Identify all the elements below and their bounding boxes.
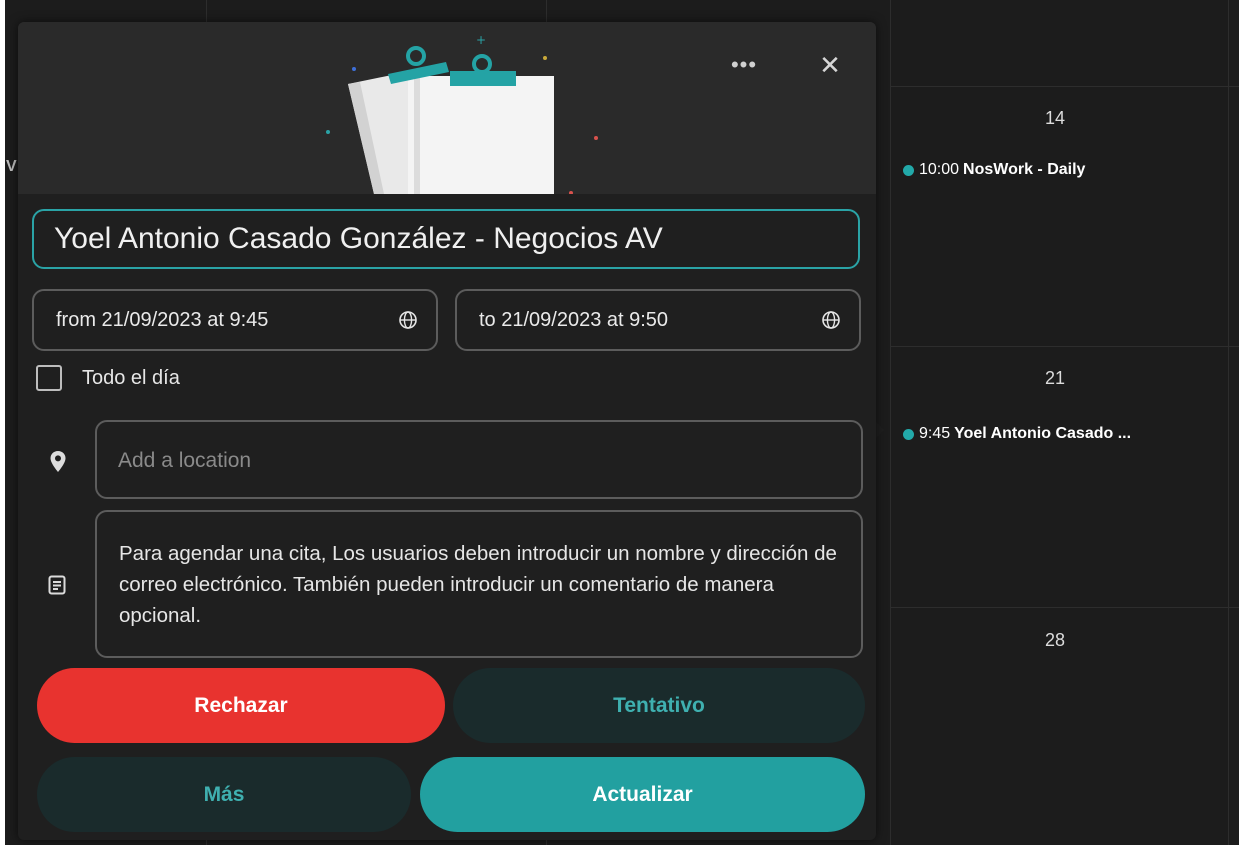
event-time: 9:45	[919, 425, 951, 442]
calendar-event[interactable]: 10:00 NosWork - Daily	[903, 161, 1085, 179]
grid-line	[1228, 0, 1229, 845]
event-time: 10:00	[919, 161, 960, 178]
event-title-input[interactable]	[32, 209, 860, 269]
day-number-14[interactable]: 14	[1030, 108, 1080, 129]
clipboards-illustration: +	[326, 33, 598, 194]
end-datetime-field[interactable]: to 21/09/2023 at 9:50	[455, 289, 861, 351]
banner-illustration: + ••• ✕	[18, 22, 876, 194]
event-dot	[903, 428, 914, 440]
description-field[interactable]: Para agendar una cita, Los usuarios debe…	[95, 510, 863, 658]
calendar-event-selected[interactable]: 9:45 Yoel Antonio Casado ...	[903, 425, 1131, 443]
svg-text:+: +	[476, 33, 486, 47]
grid-line	[890, 86, 1239, 87]
event-title: NosWork - Daily	[963, 161, 1086, 178]
more-button[interactable]: Más	[37, 757, 411, 832]
close-button[interactable]: ✕	[813, 48, 847, 82]
location-input[interactable]	[95, 420, 863, 499]
all-day-label: Todo el día	[82, 366, 180, 389]
tentative-button[interactable]: Tentativo	[453, 668, 865, 743]
all-day-checkbox[interactable]	[36, 365, 62, 391]
start-datetime-field[interactable]: from 21/09/2023 at 9:45	[32, 289, 438, 351]
grid-line	[890, 0, 891, 845]
globe-icon[interactable]	[398, 310, 418, 330]
grid-line	[890, 607, 1239, 608]
end-datetime-label: to 21/09/2023 at 9:50	[479, 308, 669, 331]
day-number-28[interactable]: 28	[1030, 630, 1080, 651]
calendar-app: 14 10:00 NosWork - Daily 21 9:45 Yoel An…	[5, 0, 1239, 845]
more-options-button[interactable]: •••	[724, 52, 764, 82]
start-datetime-label: from 21/09/2023 at 9:45	[56, 308, 269, 331]
event-title: Yoel Antonio Casado ...	[954, 425, 1132, 442]
update-button[interactable]: Actualizar	[420, 757, 865, 832]
all-day-toggle[interactable]: Todo el día	[36, 365, 180, 391]
day-number-21[interactable]: 21	[1030, 368, 1080, 389]
event-popup: + ••• ✕ from 21/09/2023 at 9:45 to 21/09…	[18, 22, 876, 840]
globe-icon[interactable]	[821, 310, 841, 330]
grid-line	[890, 346, 1239, 347]
notes-icon	[48, 575, 66, 595]
location-pin-icon	[50, 451, 66, 472]
truncated-event-text: V	[6, 158, 17, 175]
reject-button[interactable]: Rechazar	[37, 668, 445, 743]
event-dot	[903, 164, 914, 176]
